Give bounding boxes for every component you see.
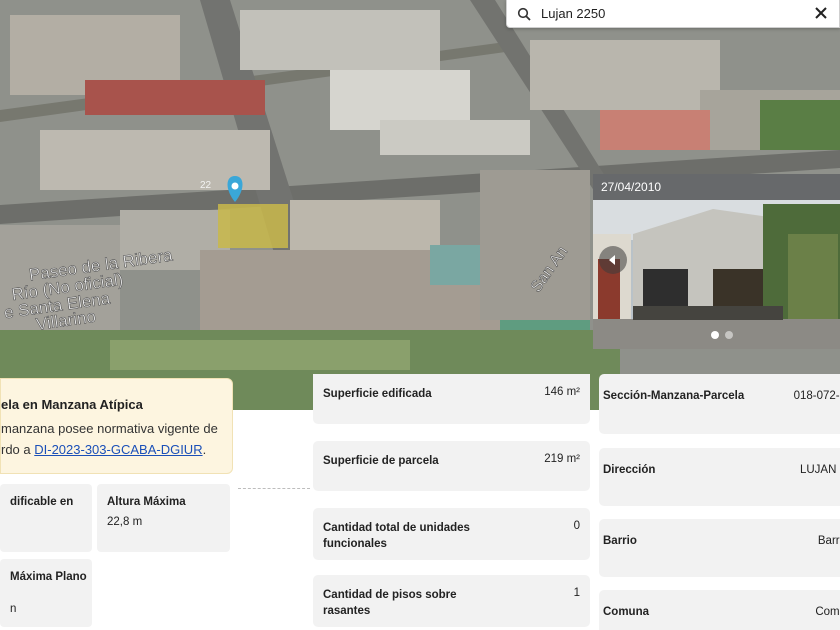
photo-prev-button[interactable]: [599, 246, 627, 274]
row-superficie-parcela: Superficie de parcela 219 m²: [313, 441, 590, 491]
photo-date: 27/04/2010: [593, 174, 840, 200]
tile-altura-maxima: Altura Máxima 22,8 m: [97, 484, 230, 552]
row-label: Cantidad total de unidades funcionales: [323, 522, 470, 550]
row-label: Sección-Manzana-Parcela: [603, 390, 745, 402]
photo-pagination: [711, 331, 733, 339]
row-seccion-manzana-parcela: Sección-Manzana-Parcela 018-072-0: [599, 374, 840, 434]
search-bar[interactable]: [506, 0, 840, 28]
chevron-left-icon: [609, 255, 615, 265]
atypical-block-notice: ela en Manzana Atípica manzana posee nor…: [0, 378, 233, 474]
notice-body-prefix: rdo a: [1, 442, 35, 457]
row-value: Barra: [817, 535, 840, 547]
search-icon: [507, 7, 541, 21]
row-value: 018-072-0: [793, 390, 840, 402]
notice-body-line1: manzana posee normativa vigente de: [1, 421, 218, 436]
row-unidades-funcionales: Cantidad total de unidades funcionales 0: [313, 508, 590, 560]
pagination-dot-active[interactable]: [711, 331, 719, 339]
notice-title: ela en Manzana Atípica: [1, 397, 143, 412]
tile-edificable: dificable en: [0, 484, 92, 552]
row-value: 219 m²: [544, 453, 580, 465]
row-label: Cantidad de pisos sobre rasantes: [323, 589, 457, 617]
row-label: Superficie de parcela: [323, 455, 439, 467]
house-photo: [593, 174, 840, 349]
row-value: Comu: [815, 606, 840, 618]
regulation-link[interactable]: DI-2023-303-GCABA-DGIUR: [34, 442, 202, 457]
street-photo[interactable]: 27/04/2010: [593, 174, 840, 349]
row-label: Barrio: [603, 535, 637, 547]
row-barrio: Barrio Barra: [599, 519, 840, 577]
tile-label: Altura Máxima: [107, 496, 186, 508]
row-label: Superficie edificada: [323, 388, 432, 400]
row-value: 146 m²: [544, 386, 580, 398]
notice-body-suffix: .: [202, 442, 207, 457]
row-label: Dirección: [603, 464, 656, 476]
row-pisos-rasantes: Cantidad de pisos sobre rasantes 1: [313, 575, 590, 627]
tile-value: 22,8 m: [107, 516, 143, 528]
row-direccion: Dirección LUJAN 2: [599, 448, 840, 506]
tile-label: Máxima Plano: [10, 571, 87, 583]
divider: [238, 488, 310, 489]
row-superficie-edificada: Superficie edificada 146 m²: [313, 374, 590, 424]
map-label-6: 22: [200, 180, 212, 191]
row-comuna: Comuna Comu: [599, 590, 840, 630]
tile-value: n: [10, 603, 17, 615]
search-input[interactable]: [541, 6, 791, 21]
row-label: Comuna: [603, 606, 649, 618]
tile-label: dificable en: [10, 496, 74, 508]
row-value: 1: [573, 587, 580, 599]
row-value: LUJAN 2: [799, 464, 840, 476]
close-icon[interactable]: [813, 5, 829, 21]
notice-body: manzana posee normativa vigente de rdo a…: [1, 418, 222, 460]
tile-maxima-plano: Máxima Plano n: [0, 559, 92, 627]
pagination-dot[interactable]: [725, 331, 733, 339]
row-value: 0: [573, 520, 580, 532]
